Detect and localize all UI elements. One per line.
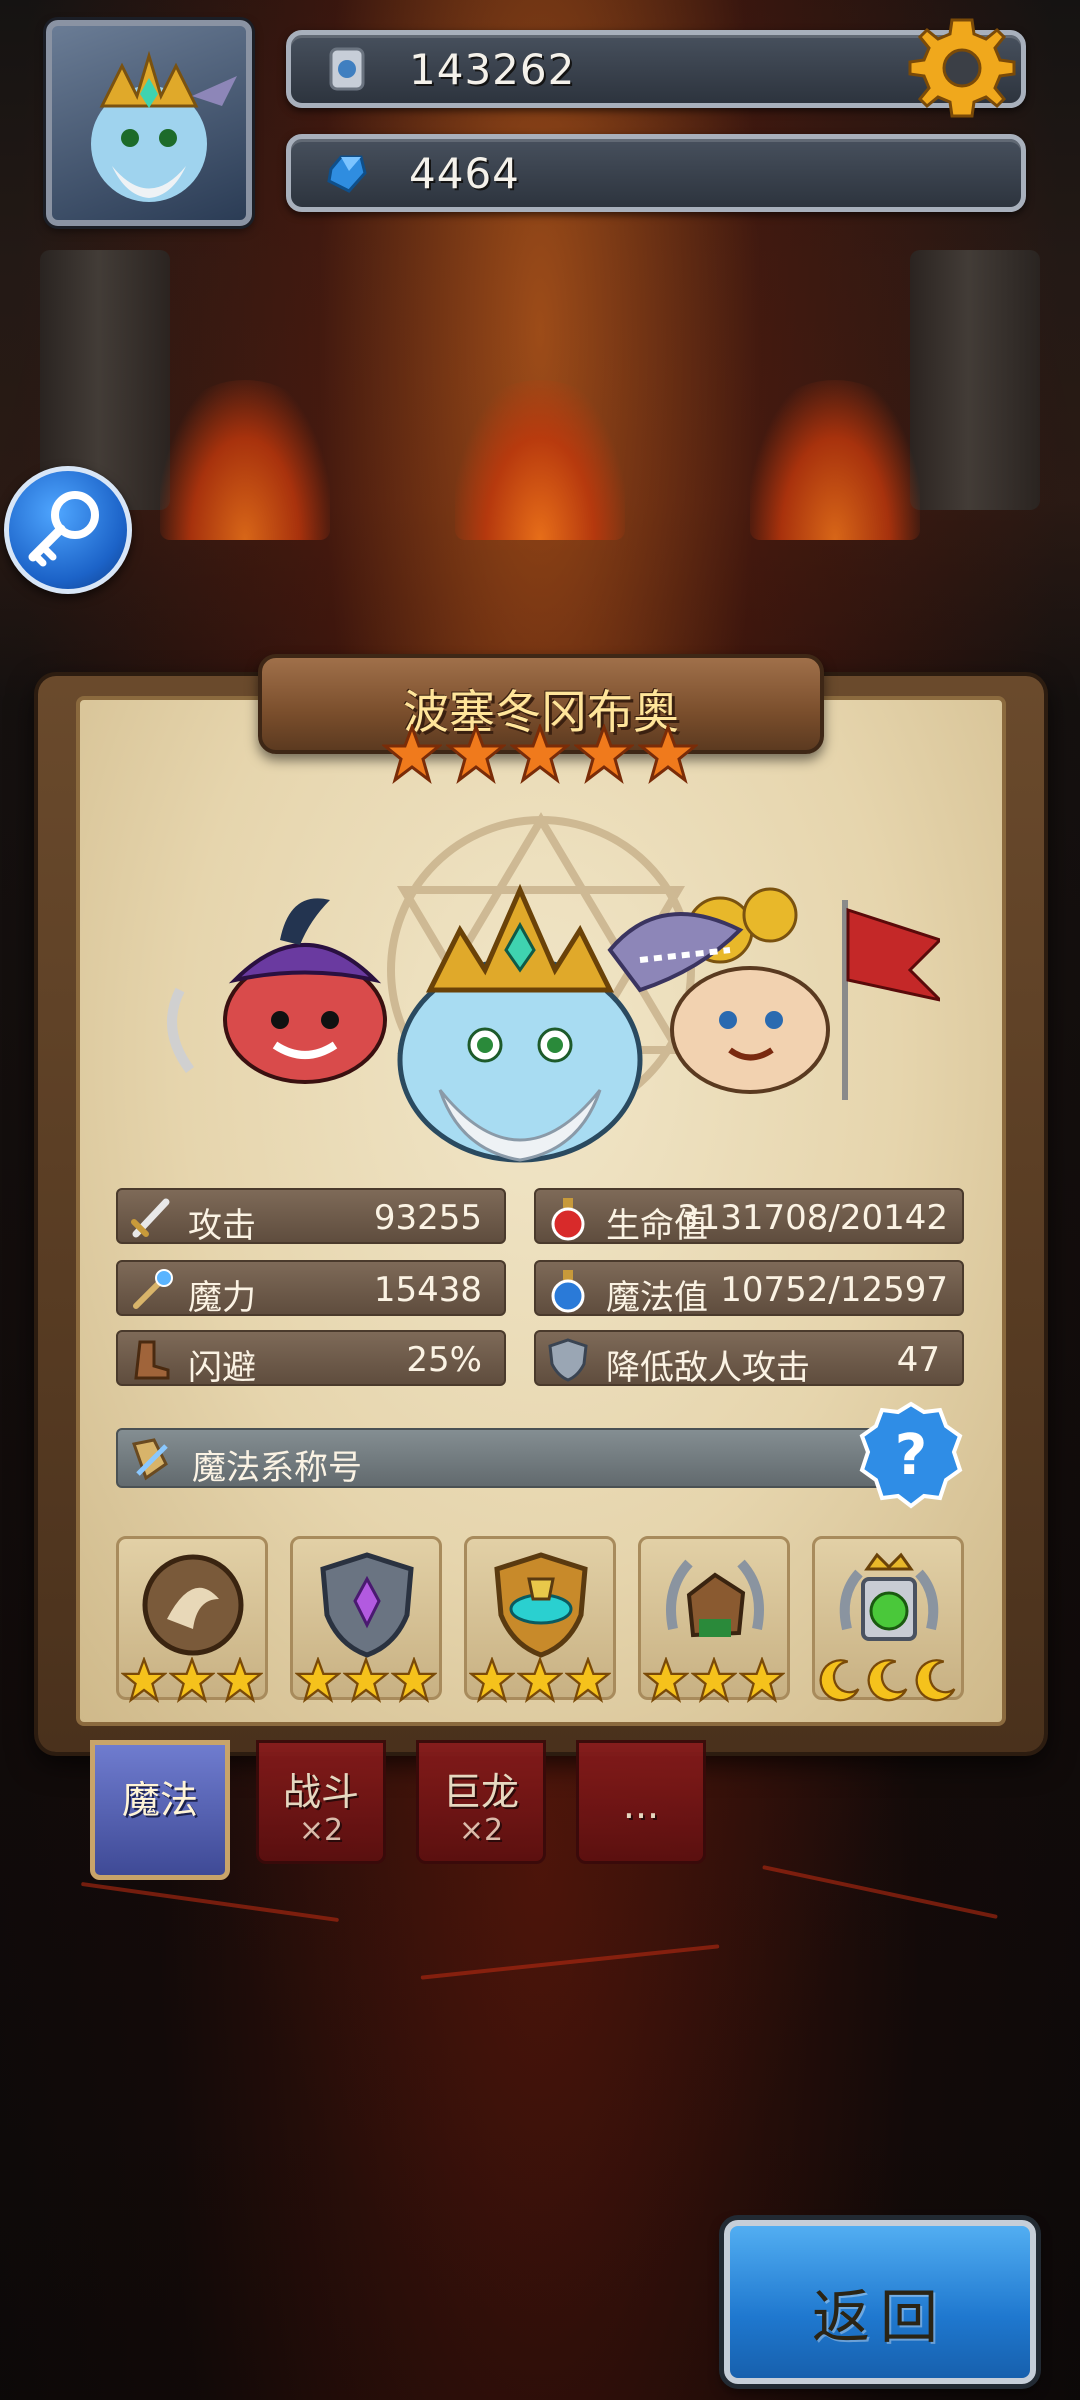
attack-stat: 攻击 93255 (116, 1188, 506, 1246)
star-icon (565, 1657, 611, 1703)
right-pillar (910, 250, 1040, 510)
lava-crack (80, 1881, 340, 1923)
star-icon (638, 724, 698, 784)
lava-crack (762, 1865, 998, 1919)
lava-crack (420, 1944, 720, 1980)
badge-2-stars (293, 1657, 439, 1707)
tab-dragon-label: 巨龙 (442, 1770, 519, 1814)
star-icon (739, 1657, 785, 1703)
mana-value: 10752/12597 (720, 1270, 948, 1310)
boot-icon (134, 1340, 170, 1380)
dodge-stat: 闪避 25% (116, 1330, 506, 1388)
attack-value: 93255 (373, 1198, 482, 1238)
star-icon (343, 1657, 389, 1703)
dodge-label: 闪避 (188, 1348, 256, 1388)
star-icon (382, 724, 442, 784)
laurel-rock-emblem-icon (666, 1559, 764, 1638)
magic-power-label: 魔力 (188, 1278, 256, 1318)
title-badge-3[interactable] (464, 1536, 616, 1703)
title-badge-5[interactable] (812, 1536, 964, 1702)
gems-value: 4464 (409, 149, 520, 198)
blue-potion-icon (551, 1270, 585, 1313)
moon-icon (819, 1659, 860, 1702)
star-icon (469, 1657, 515, 1703)
title-badge-1[interactable] (116, 1536, 268, 1703)
coin-icon (329, 47, 365, 91)
shield-dragon-emblem-icon (142, 1554, 244, 1656)
mana-label: 魔法值 (606, 1278, 708, 1318)
magic-title-label: 魔法系称号 (192, 1448, 362, 1488)
star-icon (295, 1657, 341, 1703)
badge-3-stars (467, 1657, 613, 1707)
svg-text:?: ? (895, 1423, 927, 1488)
shield-chalice-emblem-icon (494, 1552, 588, 1658)
lava-glow-center (455, 380, 625, 540)
crossed-weapons-icon (132, 1438, 168, 1481)
tab-combat[interactable]: 战斗 ×2 (256, 1740, 386, 1864)
shield-icon (548, 1338, 588, 1382)
return-button[interactable]: 返回 (724, 2220, 1036, 2384)
gems-bar: 4464 (286, 134, 1026, 212)
tab-magic[interactable]: 魔法 (90, 1740, 230, 1880)
key-search-icon (28, 491, 99, 567)
help-question-icon[interactable]: ? (856, 1400, 966, 1510)
pirate-hero-figure (167, 898, 387, 1084)
reduce-attack-value: 47 (896, 1340, 940, 1380)
title-badge-4[interactable] (638, 1536, 790, 1703)
tab-dragon[interactable]: 巨龙 ×2 (416, 1740, 546, 1864)
star-icon (517, 1657, 563, 1703)
lava-glow-right (750, 380, 920, 540)
mana-stat: 魔法值 10752/12597 (534, 1260, 964, 1318)
hp-stat: 生命值 3131708/20142 (534, 1188, 964, 1246)
magic-power-stat: 魔力 15438 (116, 1260, 506, 1318)
moon-icon (915, 1659, 956, 1702)
hero-star-rating (382, 724, 702, 788)
magic-staff-icon (133, 1269, 173, 1309)
star-icon (121, 1657, 167, 1703)
star-icon (391, 1657, 437, 1703)
badge-4-stars (641, 1657, 787, 1707)
poseidon-portrait-icon (91, 50, 237, 202)
coins-value: 143262 (409, 45, 576, 94)
crown-portal-emblem-icon (839, 1552, 939, 1641)
shield-crystal-emblem-icon (320, 1552, 414, 1658)
sword-icon (131, 1198, 170, 1238)
red-potion-icon (551, 1198, 585, 1241)
star-icon (446, 724, 506, 784)
tab-magic-label: 魔法 (121, 1778, 198, 1822)
hero-group-artwork (167, 883, 940, 1163)
tab-more[interactable]: ... (576, 1740, 706, 1864)
gem-icon (327, 155, 367, 193)
star-icon (691, 1657, 737, 1703)
reduce-attack-label: 降低敌人攻击 (606, 1348, 810, 1388)
settings-gear-icon[interactable] (908, 14, 1016, 122)
dodge-value: 25% (406, 1340, 482, 1380)
tab-dragon-count: ×2 (458, 1813, 504, 1848)
magic-power-value: 15438 (373, 1270, 482, 1310)
star-icon (643, 1657, 689, 1703)
badge-5-moons (815, 1657, 961, 1707)
magic-title-bar: 魔法系称号 (116, 1428, 946, 1488)
moon-icon (867, 1659, 908, 1702)
star-icon (169, 1657, 215, 1703)
title-badge-2[interactable] (290, 1536, 442, 1703)
star-icon (217, 1657, 263, 1703)
tab-more-label: ... (622, 1783, 660, 1827)
attack-label: 攻击 (188, 1206, 256, 1246)
magnify-key-button[interactable] (4, 466, 132, 594)
star-icon (574, 724, 634, 784)
lava-glow-left (160, 380, 330, 540)
tab-combat-label: 战斗 (282, 1770, 359, 1814)
tab-combat-count: ×2 (298, 1813, 344, 1848)
return-button-label: 返回 (811, 2283, 948, 2351)
star-icon (510, 724, 570, 784)
player-avatar[interactable] (46, 20, 252, 226)
reduce-attack-stat: 降低敌人攻击 47 (534, 1330, 964, 1388)
badge-1-stars (119, 1657, 265, 1707)
hp-value: 3131708/20142 (676, 1198, 948, 1238)
